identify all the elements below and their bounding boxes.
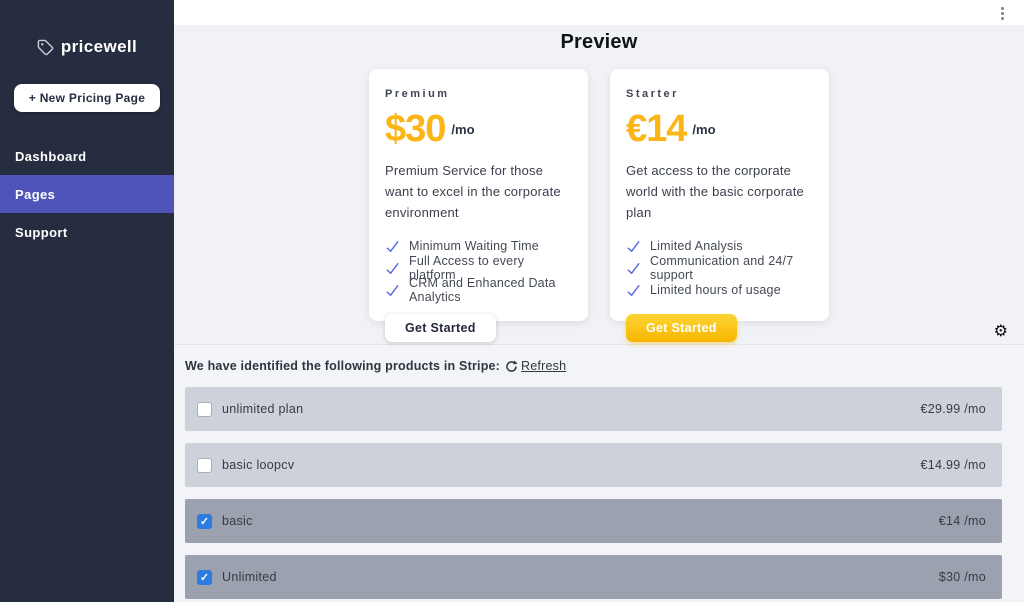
refresh-icon: [505, 360, 518, 373]
preview-section: Preview Premium $30 /mo Premium Service …: [174, 25, 1024, 345]
product-price: $30 /mo: [939, 570, 986, 584]
product-name: basic: [222, 514, 253, 528]
feature-label: Minimum Waiting Time: [409, 239, 539, 253]
product-checkbox[interactable]: [197, 514, 212, 529]
feature-label: CRM and Enhanced Data Analytics: [409, 276, 572, 304]
app-window: pricewell + New Pricing Page Dashboard P…: [0, 0, 1024, 602]
sidebar-item-dashboard[interactable]: Dashboard: [0, 137, 174, 175]
kebab-menu-icon[interactable]: [999, 5, 1006, 22]
pricing-card-starter: Starter €14 /mo Get access to the corpor…: [610, 69, 829, 321]
sidebar-item-label: Pages: [15, 187, 55, 202]
sidebar-item-label: Support: [15, 225, 68, 240]
price-row: $30 /mo: [385, 108, 572, 151]
check-icon: [385, 239, 400, 254]
plan-description: Premium Service for those want to excel …: [385, 160, 572, 223]
check-icon: [626, 261, 641, 276]
sidebar-item-pages[interactable]: Pages: [0, 175, 174, 213]
feature-item: Limited hours of usage: [626, 279, 813, 301]
logo-text: pricewell: [61, 37, 137, 57]
sidebar-item-support[interactable]: Support: [0, 213, 174, 251]
feature-label: Communication and 24/7 support: [650, 254, 813, 282]
gear-icon[interactable]: ⚙: [994, 324, 1008, 340]
product-checkbox[interactable]: [197, 402, 212, 417]
check-icon: [626, 283, 641, 298]
plan-name: Premium: [385, 88, 572, 100]
feature-item: Communication and 24/7 support: [626, 257, 813, 279]
pricing-card-premium: Premium $30 /mo Premium Service for thos…: [369, 69, 588, 321]
new-pricing-page-button[interactable]: + New Pricing Page: [14, 84, 160, 112]
product-price: €14 /mo: [939, 514, 986, 528]
get-started-button[interactable]: Get Started: [385, 314, 496, 342]
price-amount: €14: [626, 108, 686, 151]
product-checkbox[interactable]: [197, 458, 212, 473]
product-name: basic loopcv: [222, 458, 294, 472]
refresh-link[interactable]: Refresh: [505, 359, 566, 373]
product-price: €29.99 /mo: [920, 402, 986, 416]
check-icon: [626, 239, 641, 254]
feature-label: Limited Analysis: [650, 239, 743, 253]
plan-description: Get access to the corporate world with t…: [626, 160, 813, 223]
price-period: /mo: [692, 122, 715, 137]
check-icon: [385, 261, 400, 276]
price-amount: $30: [385, 108, 445, 151]
plan-name: Starter: [626, 88, 813, 100]
product-row-basic[interactable]: basic €14 /mo: [185, 499, 1002, 543]
stripe-products-section: We have identified the following product…: [174, 345, 1024, 601]
feature-item: CRM and Enhanced Data Analytics: [385, 279, 572, 301]
main-area: Preview Premium $30 /mo Premium Service …: [174, 0, 1024, 602]
get-started-button[interactable]: Get Started: [626, 314, 737, 342]
logo: pricewell: [0, 0, 174, 57]
check-icon: [385, 283, 400, 298]
sidebar: pricewell + New Pricing Page Dashboard P…: [0, 0, 174, 602]
sidebar-item-label: Dashboard: [15, 149, 87, 164]
feature-list: Minimum Waiting Time Full Access to ever…: [385, 235, 572, 301]
feature-list: Limited Analysis Communication and 24/7 …: [626, 235, 813, 301]
product-row-basic-loopcv[interactable]: basic loopcv €14.99 /mo: [185, 443, 1002, 487]
product-name: unlimited plan: [222, 402, 303, 416]
feature-label: Limited hours of usage: [650, 283, 781, 297]
refresh-label: Refresh: [521, 359, 566, 373]
topbar: [174, 0, 1024, 25]
price-period: /mo: [451, 122, 474, 137]
tag-icon: [37, 39, 54, 56]
product-row-unlimited-plan[interactable]: unlimited plan €29.99 /mo: [185, 387, 1002, 431]
products-heading: We have identified the following product…: [185, 359, 500, 373]
pricing-cards: Premium $30 /mo Premium Service for thos…: [174, 69, 1024, 321]
price-row: €14 /mo: [626, 108, 813, 151]
page-title: Preview: [174, 25, 1024, 54]
product-name: Unlimited: [222, 570, 277, 584]
product-row-unlimited[interactable]: Unlimited $30 /mo: [185, 555, 1002, 599]
sidebar-nav: Dashboard Pages Support: [0, 137, 174, 251]
product-checkbox[interactable]: [197, 570, 212, 585]
product-price: €14.99 /mo: [920, 458, 986, 472]
